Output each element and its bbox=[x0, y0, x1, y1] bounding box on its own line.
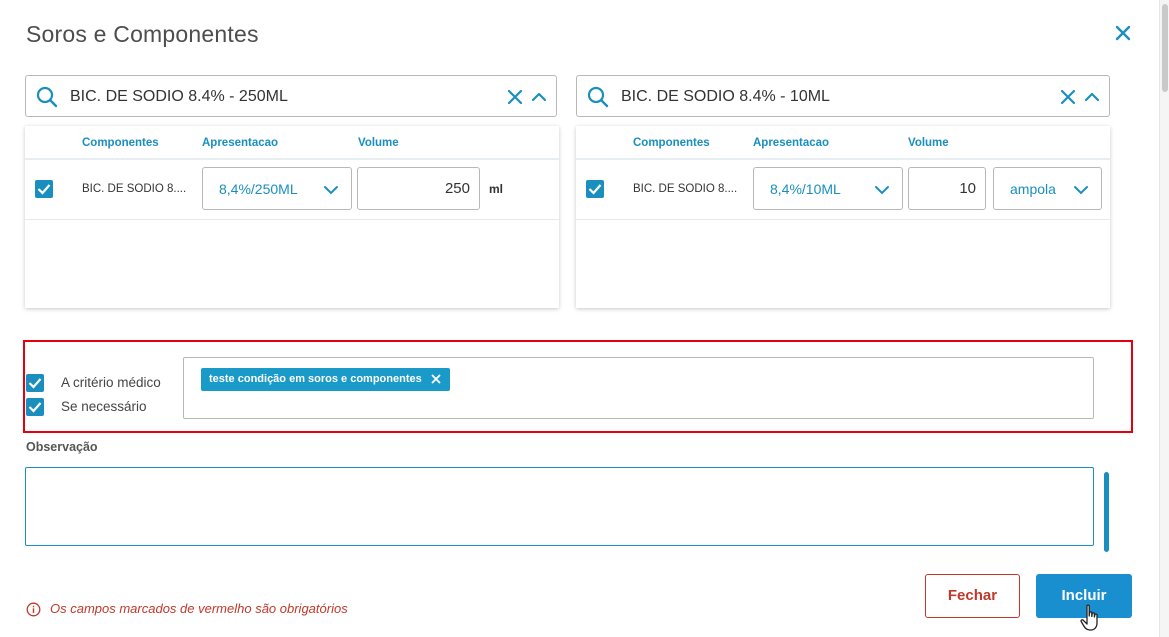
table-row: BIC. DE SODIO 8.... 8,4%/10ML 10 ampola bbox=[576, 159, 1110, 220]
search-field-right[interactable]: BIC. DE SODIO 8.4% - 10ML bbox=[576, 75, 1110, 117]
volume-input[interactable]: 250 bbox=[357, 167, 480, 210]
a-criterio-medico-checkbox[interactable] bbox=[26, 374, 44, 392]
tag-label: teste condição em soros e componentes bbox=[209, 373, 422, 385]
search-value: BIC. DE SODIO 8.4% - 250ML bbox=[70, 88, 288, 105]
check-icon bbox=[28, 378, 42, 389]
chevron-down-icon bbox=[1074, 186, 1088, 195]
row-checkbox[interactable] bbox=[35, 180, 53, 198]
conditions-tag-input[interactable]: teste condição em soros e componentes bbox=[183, 357, 1094, 419]
hand-cursor-icon bbox=[1080, 604, 1098, 631]
dialog-title: Soros e Componentes bbox=[26, 21, 259, 47]
column-header-volume[interactable]: Volume bbox=[908, 137, 949, 149]
search-icon bbox=[587, 86, 609, 108]
row-checkbox[interactable] bbox=[586, 180, 604, 198]
table-header: Componentes Apresentacao Volume bbox=[25, 126, 559, 160]
condition-tag: teste condição em soros e componentes bbox=[201, 368, 450, 391]
search-value: BIC. DE SODIO 8.4% - 10ML bbox=[621, 88, 830, 105]
chevron-up-icon[interactable] bbox=[530, 88, 548, 106]
volume-unit: ml bbox=[489, 182, 504, 196]
column-header-componentes[interactable]: Componentes bbox=[633, 137, 710, 149]
select-value: ampola bbox=[1010, 181, 1056, 197]
observacao-label: Observação bbox=[26, 440, 98, 454]
select-value: 8,4%/250ML bbox=[219, 181, 298, 197]
components-table-right: Componentes Apresentacao Volume BIC. DE … bbox=[576, 126, 1110, 308]
select-value: 8,4%/10ML bbox=[770, 181, 841, 197]
table-header: Componentes Apresentacao Volume bbox=[576, 126, 1110, 160]
clear-icon[interactable] bbox=[1059, 88, 1077, 106]
page-scrollbar[interactable] bbox=[1159, 0, 1169, 637]
volume-value: 250 bbox=[444, 180, 470, 197]
components-table-left: Componentes Apresentacao Volume BIC. DE … bbox=[25, 126, 559, 308]
apresentacao-select[interactable]: 8,4%/250ML bbox=[202, 167, 352, 210]
check-icon bbox=[28, 402, 42, 413]
component-name: BIC. DE SODIO 8.... bbox=[82, 183, 187, 195]
observacao-textarea[interactable] bbox=[25, 467, 1094, 546]
se-necessario-checkbox[interactable] bbox=[26, 398, 44, 416]
fechar-button[interactable]: Fechar bbox=[925, 574, 1020, 618]
close-icon[interactable] bbox=[1112, 22, 1134, 44]
unit-select[interactable]: ampola bbox=[993, 167, 1102, 210]
chevron-down-icon bbox=[324, 186, 338, 195]
column-header-apresentacao[interactable]: Apresentacao bbox=[202, 137, 278, 149]
chevron-up-icon[interactable] bbox=[1083, 88, 1101, 106]
check-icon bbox=[37, 184, 51, 195]
search-field-left[interactable]: BIC. DE SODIO 8.4% - 250ML bbox=[25, 75, 557, 117]
search-icon bbox=[36, 86, 58, 108]
volume-input[interactable]: 10 bbox=[908, 167, 986, 210]
se-necessario-label: Se necessário bbox=[61, 399, 147, 414]
info-icon bbox=[26, 602, 41, 617]
apresentacao-select[interactable]: 8,4%/10ML bbox=[753, 167, 903, 210]
column-header-volume[interactable]: Volume bbox=[358, 137, 399, 149]
required-fields-text: Os campos marcados de vermelho são obrig… bbox=[50, 601, 348, 616]
a-criterio-medico-label: A critério médico bbox=[61, 375, 161, 390]
column-header-componentes[interactable]: Componentes bbox=[82, 137, 159, 149]
remove-tag-icon[interactable] bbox=[431, 374, 441, 384]
check-icon bbox=[588, 184, 602, 195]
volume-value: 10 bbox=[959, 180, 976, 197]
clear-icon[interactable] bbox=[506, 88, 524, 106]
table-row: BIC. DE SODIO 8.... 8,4%/250ML 250 ml bbox=[25, 159, 559, 220]
chevron-down-icon bbox=[875, 186, 889, 195]
observacao-scrollbar[interactable] bbox=[1104, 472, 1109, 552]
column-header-apresentacao[interactable]: Apresentacao bbox=[753, 137, 829, 149]
component-name: BIC. DE SODIO 8.... bbox=[633, 183, 738, 195]
